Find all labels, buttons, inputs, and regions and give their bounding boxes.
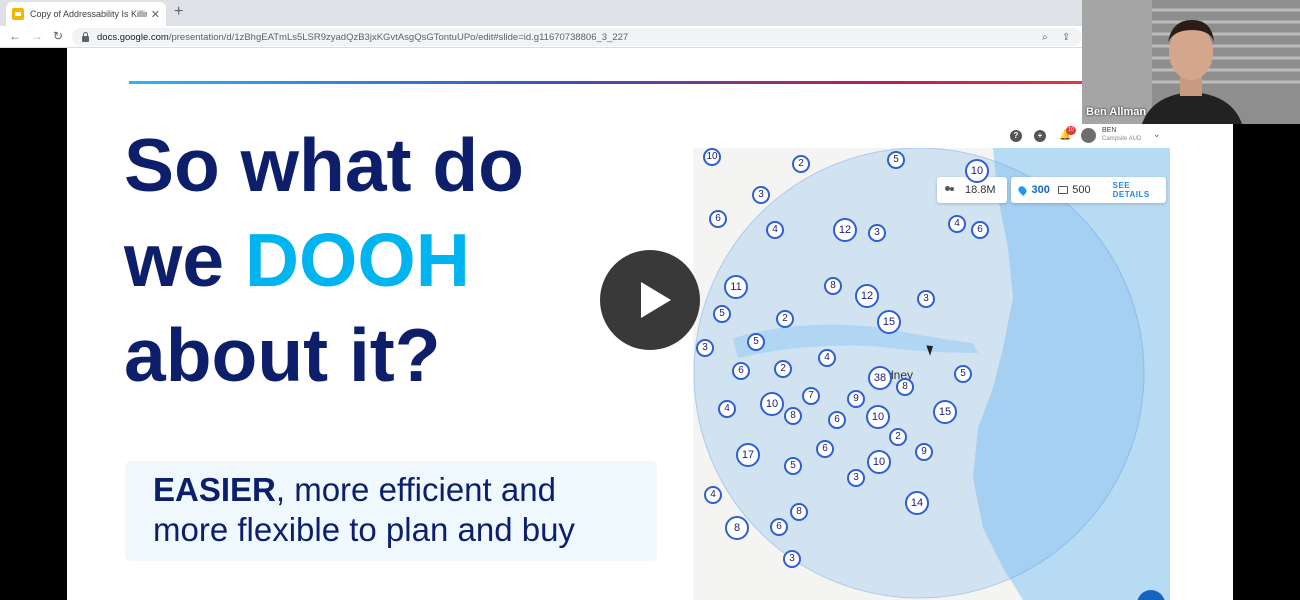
site-cluster[interactable]: 11 (724, 275, 748, 299)
user-name: BEN (1102, 127, 1117, 134)
headline-accent: DOOH (244, 218, 470, 302)
site-cluster[interactable]: 12 (833, 218, 857, 242)
share-icon[interactable]: ⇪ (1062, 32, 1070, 43)
headline-line-3: about it? (124, 313, 441, 397)
site-cluster[interactable]: 38 (868, 366, 892, 390)
site-cluster[interactable]: 3 (868, 224, 886, 242)
site-cluster[interactable]: 15 (933, 400, 957, 424)
site-cluster[interactable]: 4 (718, 400, 736, 418)
site-cluster[interactable]: 4 (766, 221, 784, 239)
subtitle-bold: EASIER (153, 471, 276, 508)
site-cluster[interactable]: 6 (828, 411, 846, 429)
close-tab-icon[interactable]: ✕ (151, 8, 160, 21)
site-cluster[interactable]: 2 (774, 360, 792, 378)
user-org: Campsite AUD (1102, 136, 1142, 142)
site-cluster[interactable]: 10 (760, 392, 784, 416)
slide-subtitle-box: EASIER, more efficient and more flexible… (125, 461, 657, 561)
site-cluster[interactable]: 3 (917, 290, 935, 308)
zoom-icon[interactable]: ⌕ (1042, 32, 1048, 43)
url-text: docs.google.com/presentation/d/1zBhgEATm… (97, 31, 629, 43)
site-cluster[interactable]: 12 (855, 284, 879, 308)
address-bar[interactable]: docs.google.com/presentation/d/1zBhgEATm… (72, 28, 1082, 46)
site-cluster[interactable]: 8 (790, 503, 808, 521)
headline-line-1: So what do (124, 123, 524, 207)
participant-name: Ben Allman (1086, 106, 1147, 118)
slide-headline: So what do we DOOH about it? (124, 118, 684, 403)
gradient-divider (129, 81, 1089, 84)
site-cluster[interactable]: 6 (816, 440, 834, 458)
site-cluster[interactable]: 5 (784, 457, 802, 475)
webcam-thumbnail[interactable]: Ben Allman (1082, 0, 1300, 124)
site-cluster[interactable]: 8 (725, 516, 749, 540)
map-app-header: ? + 🔔 10 BEN Campsite AUD ⌄ (693, 124, 1170, 148)
site-cluster[interactable]: 3 (847, 469, 865, 487)
new-tab-icon[interactable]: + (174, 3, 183, 21)
screen-icon (1057, 186, 1069, 194)
site-cluster[interactable]: 6 (732, 362, 750, 380)
avatar[interactable] (1081, 128, 1096, 143)
site-cluster[interactable]: 4 (704, 486, 722, 504)
map-app-screenshot: ? + 🔔 10 BEN Campsite AUD ⌄ 18.8M 300 50… (693, 124, 1170, 600)
site-cluster[interactable]: 3 (752, 186, 770, 204)
site-cluster[interactable]: 5 (887, 151, 905, 169)
lock-icon (82, 31, 89, 42)
map-background (693, 148, 1170, 600)
back-arrow-icon[interactable]: ← (9, 29, 21, 43)
play-button[interactable] (600, 250, 700, 350)
site-cluster[interactable]: 6 (770, 518, 788, 536)
forward-arrow-icon[interactable]: → (31, 29, 43, 43)
see-details-link[interactable]: SEE DETAILS (1113, 181, 1166, 199)
screen: Copy of Addressability Is Killing the ✕ … (0, 0, 1300, 600)
site-cluster[interactable]: 8 (896, 378, 914, 396)
location-pin-icon (1016, 184, 1028, 196)
screens-count: 500 (1072, 184, 1091, 196)
site-cluster[interactable]: 8 (824, 277, 842, 295)
site-cluster[interactable]: 17 (736, 443, 760, 467)
site-cluster[interactable]: 10 (866, 405, 890, 429)
site-cluster[interactable]: 9 (915, 443, 933, 461)
site-cluster[interactable]: 9 (847, 390, 865, 408)
subtitle-text-1: , more efficient and (275, 471, 556, 508)
notification-badge: 10 (1066, 126, 1076, 135)
site-cluster[interactable]: 6 (971, 221, 989, 239)
site-cluster[interactable]: 2 (889, 428, 907, 446)
site-cluster[interactable]: 10 (703, 148, 721, 166)
site-cluster[interactable]: 8 (784, 407, 802, 425)
help-icon[interactable]: ? (1010, 130, 1022, 142)
site-cluster[interactable]: 14 (905, 491, 929, 515)
reach-value: 18.8M (965, 184, 996, 196)
add-icon[interactable]: + (1034, 130, 1046, 142)
sites-count: 300 (1031, 184, 1050, 196)
site-cluster[interactable]: 10 (867, 450, 891, 474)
site-cluster[interactable]: 6 (709, 210, 727, 228)
site-cluster[interactable]: 2 (776, 310, 794, 328)
site-cluster[interactable]: 2 (792, 155, 810, 173)
browser-tab[interactable]: Copy of Addressability Is Killing the ✕ (6, 2, 166, 26)
site-cluster[interactable]: 7 (802, 387, 820, 405)
site-cluster[interactable]: 5 (713, 305, 731, 323)
site-cluster[interactable]: 4 (948, 215, 966, 233)
people-icon (945, 186, 955, 194)
chevron-down-icon[interactable]: ⌄ (1153, 129, 1161, 140)
site-cluster[interactable]: 10 (965, 159, 989, 183)
map-canvas[interactable]: 18.8M 300 500 SEE DETAILS Sydney 10 2 5 … (693, 148, 1170, 600)
site-cluster[interactable]: 15 (877, 310, 901, 334)
subtitle-text-2: more flexible to plan and buy (153, 511, 575, 548)
slides-favicon-icon (12, 8, 24, 20)
site-cluster[interactable]: 3 (696, 339, 714, 357)
sites-stat[interactable]: 300 500 SEE DETAILS (1011, 177, 1166, 203)
site-cluster[interactable]: 5 (954, 365, 972, 383)
site-cluster[interactable]: 4 (818, 349, 836, 367)
site-cluster[interactable]: 3 (783, 550, 801, 568)
site-cluster[interactable]: 5 (747, 333, 765, 351)
tab-title: Copy of Addressability Is Killing the (30, 9, 147, 19)
reload-icon[interactable]: ↻ (53, 29, 63, 43)
